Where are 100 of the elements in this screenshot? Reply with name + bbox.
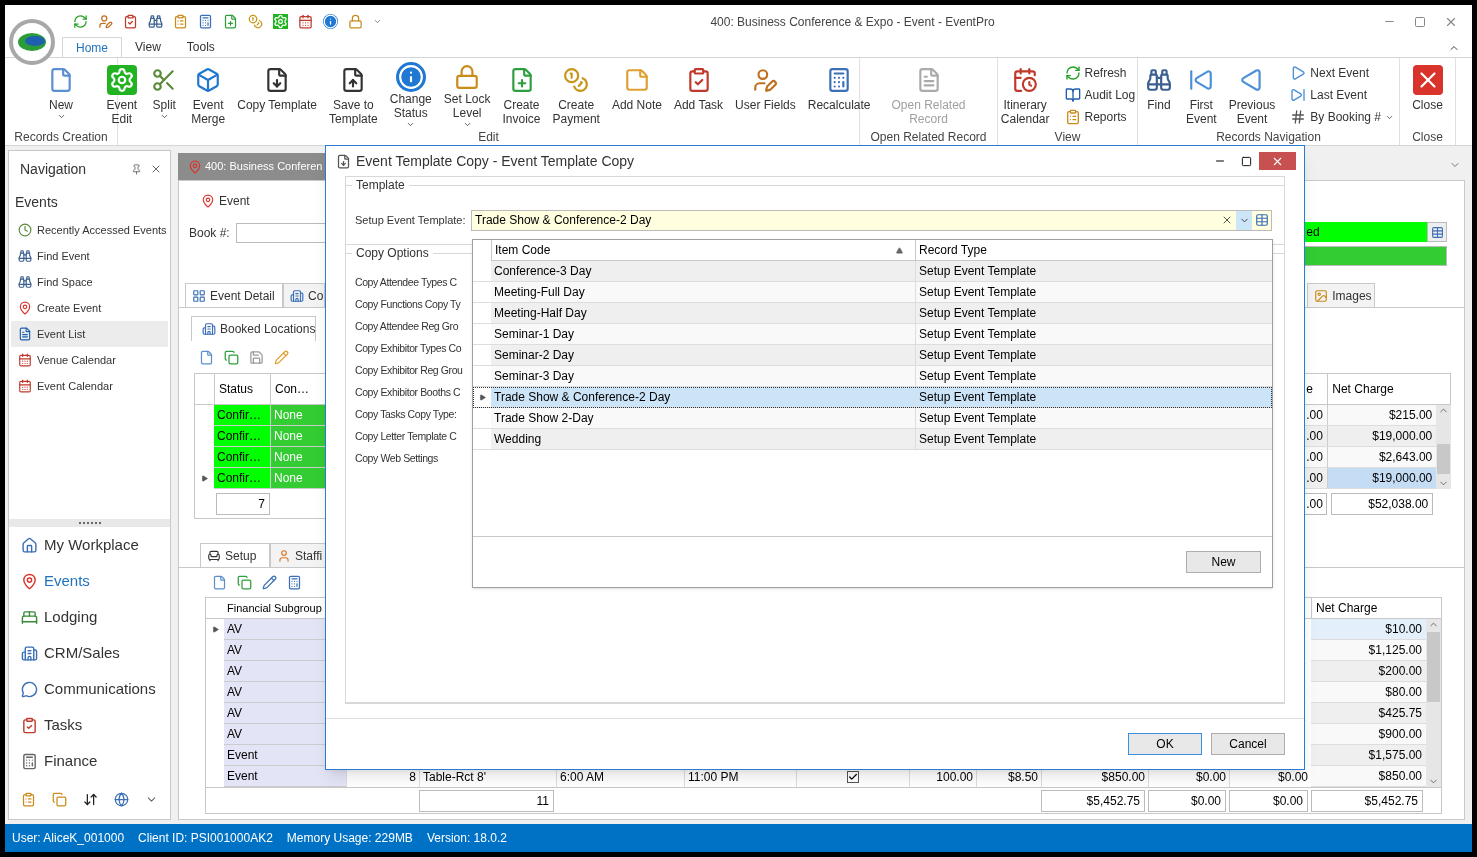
ribbon-button[interactable]: User Fields — [730, 62, 801, 128]
total-cell: $5,452.75 — [1041, 789, 1145, 812]
ribbon-button[interactable]: Event Edit — [101, 62, 143, 128]
nav-item[interactable]: Event List — [11, 321, 168, 347]
column-header[interactable]: Status — [214, 374, 270, 404]
popup-row[interactable]: Trade Show & Conference-2 Day Setup Event Template — [473, 387, 1272, 408]
checkbox[interactable] — [847, 770, 859, 783]
popup-row[interactable]: Trade Show 2-Day Setup Event Template — [473, 408, 1272, 429]
ribbon-button[interactable]: Change Status — [384, 62, 437, 128]
table-cell: None — [270, 468, 325, 489]
tab[interactable]: Images — [1307, 283, 1376, 307]
ribbon-button[interactable]: Add Note — [606, 62, 667, 128]
ribbon-tab[interactable]: Home — [62, 37, 122, 57]
nav-item[interactable]: Recently Accessed Events — [11, 217, 168, 243]
table-cell-text: Seminar-2 Day — [493, 347, 576, 364]
nav-item[interactable]: Find Event — [11, 243, 168, 269]
table-cell-text: Trade Show 2-Day — [493, 410, 595, 427]
module-item[interactable]: Lodging — [9, 599, 170, 635]
popup-row[interactable]: Seminar-2 Day Setup Event Template — [473, 345, 1272, 366]
table-cell-text: Meeting-Half Day — [493, 305, 588, 322]
popup-row[interactable]: Meeting-Half Day Setup Event Template — [473, 303, 1272, 324]
ribbon-button[interactable]: Event Merge — [186, 62, 231, 128]
clipboard-check-icon — [123, 14, 138, 29]
nav-item[interactable]: Venue Calendar — [11, 347, 168, 373]
table-cell: Confir… — [214, 468, 270, 489]
globe-icon — [114, 791, 129, 807]
app-logo[interactable] — [9, 19, 55, 65]
ribbon-button[interactable]: Create Invoice — [497, 62, 546, 128]
module-item[interactable]: Communications — [9, 671, 170, 707]
template-combo[interactable]: Trade Show & Conference-2 Day — [471, 209, 1272, 231]
field-label: Book #: — [189, 225, 230, 241]
tab[interactable]: Staffi — [270, 543, 326, 567]
ribbon-tab[interactable]: Tools — [173, 37, 228, 57]
status-field[interactable]: ed — [1304, 222, 1428, 242]
tab[interactable]: Event Detail — [185, 283, 283, 307]
ribbon-button[interactable]: Itinerary Calendar — [995, 62, 1055, 128]
tab[interactable]: Booked Locations — [191, 316, 316, 341]
new-button[interactable]: New — [1186, 551, 1261, 573]
ribbon-button[interactable]: Next Event — [1286, 62, 1399, 84]
column-header[interactable]: Item Code — [491, 240, 915, 260]
ribbon-button[interactable]: Split — [144, 62, 185, 128]
nav-item[interactable]: Event Calendar — [11, 373, 168, 399]
ribbon-button[interactable]: Add Task — [668, 62, 729, 128]
column-header[interactable]: e — [1304, 374, 1328, 404]
nav-item[interactable]: Find Space — [11, 269, 168, 295]
option-label: Copy Attendee Reg Gro — [355, 319, 459, 335]
grid-icon — [192, 288, 206, 303]
popup-row[interactable]: Meeting-Full Day Setup Event Template — [473, 282, 1272, 303]
dialog-button[interactable]: Cancel — [1211, 733, 1285, 755]
ribbon-button[interactable]: Set Lock Level — [438, 62, 496, 128]
ribbon-button[interactable]: Close — [1407, 62, 1448, 128]
tab[interactable]: Setup — [200, 543, 270, 567]
table-cell: Setup Event Template — [915, 282, 1272, 302]
ribbon-button[interactable]: By Booking # — [1286, 106, 1399, 128]
person-icon — [277, 548, 291, 563]
table-cell: $850.00 — [1311, 766, 1426, 787]
pin-icon — [18, 301, 32, 315]
ribbon-button[interactable]: New — [41, 62, 81, 128]
ribbon-tab[interactable]: View — [122, 37, 174, 57]
table-cell: Confir… — [214, 405, 270, 426]
table-icon — [1254, 213, 1269, 227]
calendar-icon — [298, 14, 313, 29]
group-label: Edit — [478, 129, 499, 145]
module-item[interactable]: Tasks — [9, 707, 170, 743]
pencil-icon — [274, 349, 289, 365]
ribbon-button[interactable]: Audit Log — [1060, 84, 1140, 106]
ribbon-button[interactable]: Create Payment — [547, 62, 605, 128]
save-icon — [249, 349, 264, 365]
column-header[interactable]: Record Type — [915, 240, 1272, 260]
ribbon-button[interactable]: Recalculate — [802, 62, 876, 128]
ribbon-button[interactable]: Find — [1138, 62, 1179, 128]
module-item[interactable]: CRM/Sales — [9, 635, 170, 671]
ribbon-button[interactable]: Save to Template — [324, 62, 383, 128]
group-label: View — [1054, 129, 1081, 145]
ribbon-button[interactable]: Last Event — [1286, 84, 1399, 106]
ribbon-button[interactable]: Copy Template — [232, 62, 323, 128]
popup-row[interactable]: Conference-3 Day Setup Event Template — [473, 261, 1272, 282]
ribbon-button[interactable]: Reports — [1060, 106, 1140, 128]
lookup-button[interactable] — [1427, 222, 1448, 242]
ribbon-button[interactable]: Previous Event — [1223, 62, 1281, 128]
nav-item[interactable]: Create Event — [11, 295, 168, 321]
ribbon-button[interactable]: First Event — [1180, 62, 1222, 128]
book-number-field[interactable] — [235, 223, 326, 243]
status-text: Client ID: PSI001000AK2 — [138, 830, 273, 846]
dialog-button[interactable]: OK — [1128, 733, 1202, 755]
pin-icon — [188, 159, 202, 174]
tab[interactable]: Co — [283, 283, 325, 307]
column-header[interactable]: Net Charge — [1327, 374, 1437, 404]
module-item[interactable]: Finance — [9, 743, 170, 779]
count-cell: 7 — [216, 492, 270, 515]
module-item[interactable]: Events — [9, 563, 170, 599]
module-item[interactable]: My Workplace — [9, 527, 170, 563]
popup-row[interactable]: Seminar-3 Day Setup Event Template — [473, 366, 1272, 387]
scrollbar[interactable] — [1436, 405, 1452, 489]
popup-row[interactable]: Wedding Setup Event Template — [473, 429, 1272, 450]
scrollbar[interactable] — [1426, 619, 1441, 787]
pin-icon — [131, 163, 142, 175]
popup-row[interactable]: Seminar-1 Day Setup Event Template — [473, 324, 1272, 345]
ribbon-button[interactable]: Refresh — [1060, 62, 1140, 84]
column-header[interactable]: Net Charge — [1311, 598, 1426, 618]
